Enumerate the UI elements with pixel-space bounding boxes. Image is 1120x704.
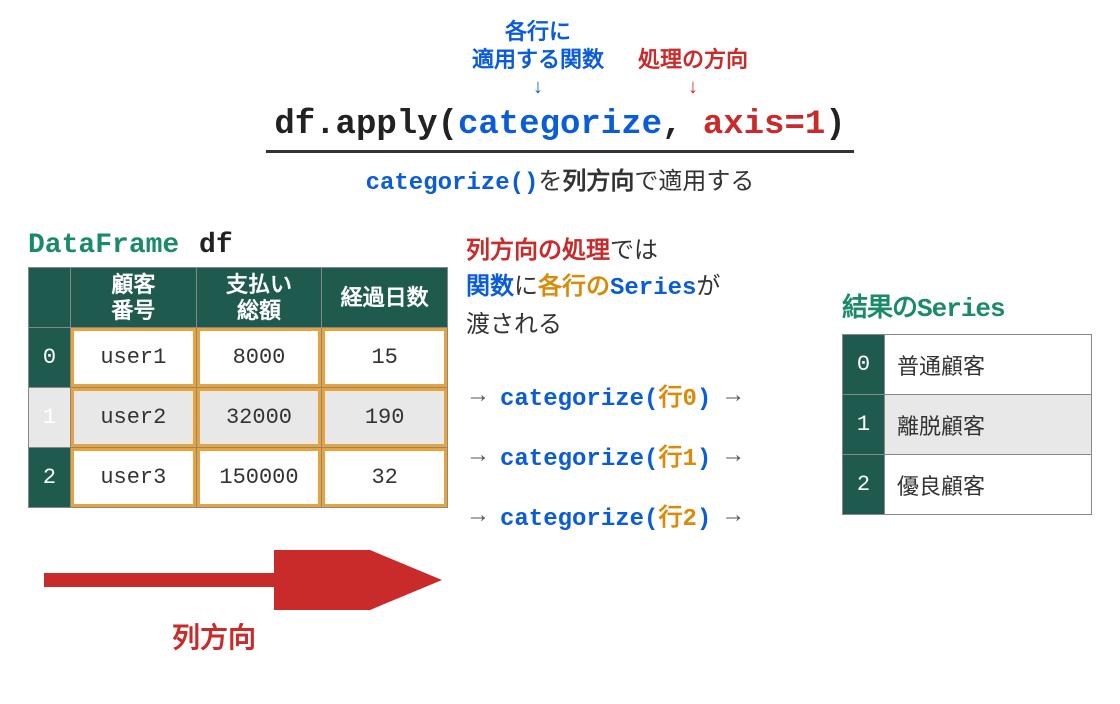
mid-l1a: 列方向の処理: [466, 237, 610, 264]
table-row: 0 user1 8000 15: [29, 328, 448, 388]
res-val-2: 優良顧客: [885, 455, 1092, 515]
res-title-a: 結果の: [842, 292, 917, 322]
annotation-row: 各行に 適用する関数 ↓ 処理の方向 ↓: [0, 18, 1120, 100]
df-cell: 8000: [196, 328, 322, 388]
right-arrow-icon: →: [721, 381, 745, 409]
right-arrow-icon: →: [466, 441, 490, 469]
df-cell: 190: [322, 388, 448, 448]
call-fn: categorize(行1): [500, 437, 711, 473]
df-idx-2: 2: [29, 448, 71, 508]
table-row: 2 優良顧客: [843, 455, 1092, 515]
df-col-0: 顧客 番号: [71, 268, 197, 328]
mid-l2d: Series: [610, 275, 696, 302]
call-row-0: → categorize(行0) →: [466, 365, 824, 425]
down-arrow-icon: ↓: [533, 75, 543, 100]
df-cell: user2: [71, 388, 197, 448]
annotation-direction: 処理の方向 ↓: [638, 18, 748, 100]
res-title-b: Series: [917, 294, 1005, 324]
df-title-name: df: [199, 230, 233, 261]
dataframe-block: DataFrame df 顧客 番号 支払い 総額 経過日数 0 user1 8…: [28, 227, 448, 508]
mid-l3: 渡される: [466, 311, 562, 338]
res-idx-1: 1: [843, 395, 885, 455]
main-row: DataFrame df 顧客 番号 支払い 総額 経過日数 0 user1 8…: [0, 197, 1120, 545]
df-cell: 32: [322, 448, 448, 508]
right-arrow-icon: →: [721, 501, 745, 529]
df-cell: user1: [71, 328, 197, 388]
df-cell: 150000: [196, 448, 322, 508]
code-suffix: ): [825, 106, 845, 144]
result-title: 結果のSeries: [842, 287, 1092, 324]
sub-t2: で適用する: [634, 168, 754, 195]
sub-em: 列方向: [562, 168, 634, 195]
dataframe-table: 顧客 番号 支払い 総額 経過日数 0 user1 8000 15 1 user…: [28, 267, 448, 508]
df-idx-0: 0: [29, 328, 71, 388]
df-cell: user3: [71, 448, 197, 508]
code-comma: ,: [662, 106, 703, 144]
res-idx-2: 2: [843, 455, 885, 515]
right-arrow-icon: →: [466, 501, 490, 529]
mid-l2e: が: [696, 273, 720, 300]
table-row: 1 user2 32000 190: [29, 388, 448, 448]
res-idx-0: 0: [843, 335, 885, 395]
annotation-func-line2: 適用する関数: [472, 46, 604, 74]
header-block: 各行に 適用する関数 ↓ 処理の方向 ↓ df.apply(categorize…: [0, 0, 1120, 197]
table-row: 1 離脱顧客: [843, 395, 1092, 455]
call-fn: categorize(行2): [500, 497, 711, 533]
res-val-0: 普通顧客: [885, 335, 1092, 395]
code-axis: axis=1: [703, 106, 825, 144]
dataframe-title: DataFrame df: [28, 227, 448, 261]
call-row-2: → categorize(行2) →: [466, 485, 824, 545]
df-idx-1: 1: [29, 388, 71, 448]
mid-l2a: 関数: [466, 273, 514, 300]
table-row: 0 普通顧客: [843, 335, 1092, 395]
sub-fn: categorize(): [366, 170, 539, 197]
sub-t1: を: [538, 168, 562, 195]
mid-description: 列方向の処理では 関数に各行のSeriesが 渡される: [466, 233, 824, 343]
annotation-dir-label: 処理の方向: [638, 46, 748, 74]
right-arrow-icon: →: [466, 381, 490, 409]
df-title-type: DataFrame: [28, 230, 179, 261]
mid-l2c: 各行の: [538, 273, 610, 300]
code-subtitle: categorize()を列方向で適用する: [0, 161, 1120, 197]
code-prefix: df.apply(: [274, 106, 458, 144]
code-fn: categorize: [458, 106, 662, 144]
call-fn: categorize(行0): [500, 377, 711, 413]
code-expression: df.apply(categorize, axis=1): [266, 106, 853, 153]
right-arrow-icon: →: [721, 441, 745, 469]
df-col-1: 支払い 総額: [196, 268, 322, 328]
mid-l1b: では: [610, 237, 658, 264]
df-corner: [29, 268, 71, 328]
call-row-1: → categorize(行1) →: [466, 425, 824, 485]
df-cell: 15: [322, 328, 448, 388]
df-col-2: 経過日数: [322, 268, 448, 328]
down-arrow-icon: ↓: [688, 75, 698, 100]
direction-label: 列方向: [172, 616, 256, 656]
annotation-func-line1: 各行に: [505, 18, 571, 46]
mid-l2b: に: [514, 273, 538, 300]
middle-block: 列方向の処理では 関数に各行のSeriesが 渡される → categorize…: [466, 227, 824, 545]
annotation-function: 各行に 適用する関数 ↓: [472, 18, 604, 100]
res-val-1: 離脱顧客: [885, 395, 1092, 455]
direction-arrow-icon: [44, 550, 444, 610]
df-cell: 32000: [196, 388, 322, 448]
table-row: 2 user3 150000 32: [29, 448, 448, 508]
result-block: 結果のSeries 0 普通顧客 1 離脱顧客 2 優良顧客: [842, 227, 1092, 515]
result-table: 0 普通顧客 1 離脱顧客 2 優良顧客: [842, 334, 1092, 515]
